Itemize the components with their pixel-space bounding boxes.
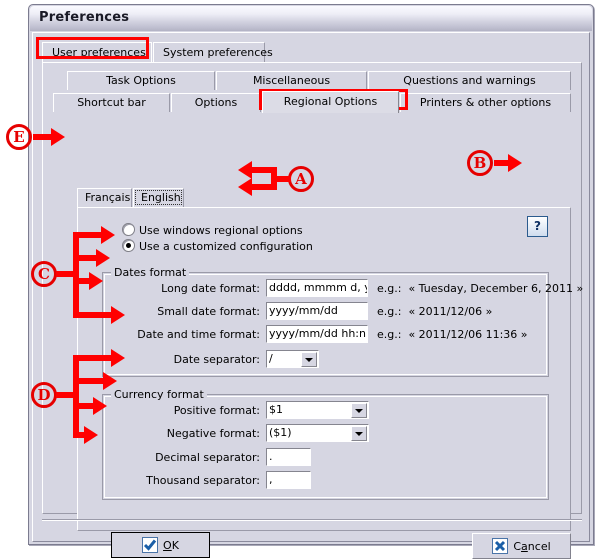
long-date-example-prefix: e.g.: <box>377 282 402 295</box>
checkmark-icon <box>142 537 159 553</box>
date-and-time-format-input[interactable]: yyyy/mm/dd hh:nn <box>266 325 368 343</box>
chevron-down-icon[interactable] <box>301 352 317 367</box>
date-and-time-format-label: Date and time format: <box>137 328 260 341</box>
currency-format-group-title: Currency format <box>111 388 207 401</box>
tab-regional-options[interactable]: Regional Options <box>262 91 399 113</box>
regional-options-panel: Use windows regional options Use a custo… <box>77 207 583 531</box>
radio-use-customized-configuration-label: Use a customized configuration <box>139 240 313 253</box>
preferences-window: Preferences User preferences System pref… <box>28 4 594 559</box>
tab-english[interactable]: English <box>133 188 184 207</box>
thousand-separator-input[interactable]: , <box>266 471 311 489</box>
dates-format-group-title: Dates format <box>111 266 190 279</box>
cancel-button-label: Cancel <box>513 540 550 553</box>
cancel-button[interactable]: Cancel <box>472 533 571 559</box>
tab-options[interactable]: Options <box>171 93 261 112</box>
date-time-example-value: « 2011/12/06 11:36 » <box>408 328 528 341</box>
tab-questions-and-warnings-label: Questions and warnings <box>403 74 536 87</box>
dialog-client-area: User preferences System preferences Task… <box>32 32 590 559</box>
radio-use-customized-configuration[interactable]: Use a customized configuration <box>122 239 313 253</box>
date-separator-label: Date separator: <box>173 353 260 366</box>
date-separator-value: / <box>269 352 273 365</box>
negative-format-combobox[interactable]: ($1) <box>266 424 369 442</box>
date-time-example-prefix: e.g.: <box>377 328 402 341</box>
tab-printers-other-options[interactable]: Printers & other options <box>400 93 571 112</box>
positive-format-label: Positive format: <box>173 404 260 417</box>
tab-shortcut-bar[interactable]: Shortcut bar <box>53 93 170 112</box>
tab-miscellaneous[interactable]: Miscellaneous <box>216 71 367 90</box>
chevron-down-icon[interactable] <box>351 426 367 441</box>
decimal-separator-input[interactable]: . <box>266 448 311 466</box>
negative-format-label: Negative format: <box>166 427 260 440</box>
long-date-example-value: « Tuesday, December 6, 2011 » <box>408 282 584 295</box>
small-date-format-input[interactable]: yyyy/mm/dd <box>266 302 368 320</box>
radio-indicator-customized <box>122 239 135 252</box>
small-date-format-label: Small date format: <box>157 305 260 318</box>
tab-miscellaneous-label: Miscellaneous <box>252 74 331 87</box>
help-button[interactable]: ? <box>527 216 548 237</box>
decimal-separator-label: Decimal separator: <box>155 451 260 464</box>
tab-shortcut-bar-label: Shortcut bar <box>77 96 146 109</box>
question-mark-icon: ? <box>534 219 541 233</box>
chevron-down-icon[interactable] <box>351 403 367 418</box>
tab-english-label: English <box>141 191 181 204</box>
window-title: Preferences <box>39 10 130 25</box>
cancel-accel: a <box>521 539 528 553</box>
small-date-example-prefix: e.g.: <box>377 305 402 318</box>
tab-regional-options-label: Regional Options <box>283 95 378 108</box>
positive-format-combobox[interactable]: $1 <box>266 401 369 419</box>
cancel-pre: C <box>513 539 522 553</box>
positive-format-value: $1 <box>269 403 283 416</box>
tab-francais-label: Français <box>85 191 131 204</box>
tab-francais[interactable]: Français <box>77 188 132 207</box>
date-and-time-format-example: e.g.: « 2011/12/06 11:36 » <box>377 328 528 341</box>
tab-task-options-label: Task Options <box>106 74 176 87</box>
long-date-format-label: Long date format: <box>161 282 260 295</box>
date-separator-combobox[interactable]: / <box>266 350 319 368</box>
tab-system-preferences-label: System preferences <box>163 46 273 59</box>
long-date-format-input[interactable]: dddd, mmmm d, yyyy <box>266 279 368 297</box>
negative-format-value: ($1) <box>269 426 292 439</box>
long-date-format-example: e.g.: « Tuesday, December 6, 2011 » <box>377 282 583 295</box>
tab-task-options[interactable]: Task Options <box>67 71 215 90</box>
radio-use-windows-regional-options-label: Use windows regional options <box>139 224 303 237</box>
radio-use-windows-regional-options[interactable]: Use windows regional options <box>122 223 303 237</box>
tab-questions-and-warnings[interactable]: Questions and warnings <box>368 71 571 90</box>
tab-system-preferences[interactable]: System preferences <box>153 42 273 62</box>
cancel-post: ncel <box>527 539 551 553</box>
inner-tab-bar: Task Options Miscellaneous Questions and… <box>53 71 571 115</box>
small-date-format-example: e.g.: « 2011/12/06 » <box>377 305 492 318</box>
tab-printers-other-options-label: Printers & other options <box>419 96 552 109</box>
radio-indicator-windows <box>122 223 135 236</box>
ok-button[interactable]: OK <box>111 532 210 558</box>
user-preferences-panel: Task Options Miscellaneous Questions and… <box>42 62 583 531</box>
tab-options-label: Options <box>194 96 238 109</box>
annotation-box-user-preferences <box>36 37 149 59</box>
cross-icon <box>492 538 509 554</box>
title-bar: Preferences <box>30 6 592 31</box>
small-date-example-value: « 2011/12/06 » <box>408 305 493 318</box>
thousand-separator-label: Thousand separator: <box>146 474 260 487</box>
button-bar-separator <box>42 519 582 521</box>
